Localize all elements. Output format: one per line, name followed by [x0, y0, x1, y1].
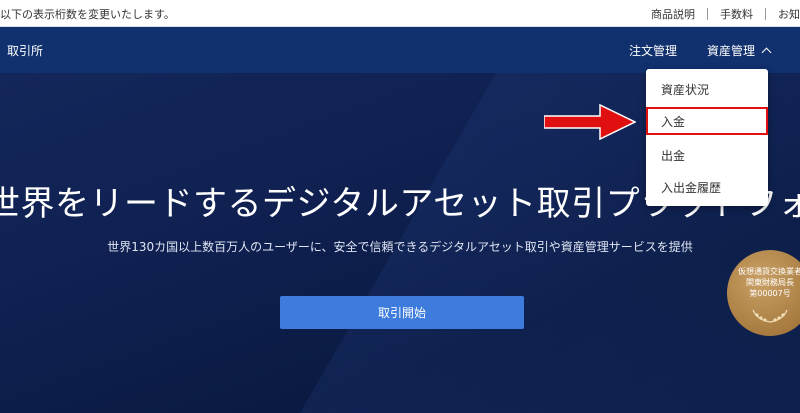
start-trading-button[interactable]: 取引開始	[280, 296, 524, 329]
badge-line: 仮想通貨交換業者	[738, 267, 800, 276]
laurel-icon	[752, 309, 788, 323]
chevron-up-icon	[761, 47, 772, 58]
product-info-link[interactable]: 商品説明	[651, 6, 695, 22]
main-navbar: 取引所 注文管理 資産管理	[0, 27, 800, 73]
nav-asset-management[interactable]: 資産管理	[707, 42, 772, 59]
dropdown-item-asset-status[interactable]: 資産状況	[646, 75, 768, 103]
license-badge: 仮想通貨交換業者 関東財務局長 第00007号	[727, 250, 800, 336]
brand-exchange-link[interactable]: 取引所	[7, 42, 43, 59]
divider	[765, 8, 766, 20]
divider	[707, 8, 708, 20]
red-arrow-icon	[544, 103, 636, 141]
nav-asset-management-label: 資産管理	[707, 44, 756, 58]
nav-order-management[interactable]: 注文管理	[629, 42, 677, 59]
dropdown-item-withdraw[interactable]: 出金	[646, 141, 768, 169]
top-bar: 以下の表示桁数を変更いたします。 商品説明 手数料 お知	[0, 0, 800, 27]
badge-line: 第00007号	[749, 289, 791, 298]
dropdown-item-deposit[interactable]: 入金	[646, 107, 768, 135]
dropdown-item-history[interactable]: 入出金履歴	[646, 173, 768, 201]
top-links: 商品説明 手数料 お知	[651, 6, 800, 22]
hero-subtitle: 世界130カ国以上数百万人のユーザーに、安全で信頼できるデジタルアセット取引や資…	[107, 240, 693, 254]
badge-line: 関東財務局長	[746, 278, 794, 287]
notice-text[interactable]: 以下の表示桁数を変更いたします。	[0, 6, 175, 22]
asset-management-dropdown: 資産状況 入金 出金 入出金履歴	[646, 69, 768, 206]
news-link[interactable]: お知	[778, 6, 800, 22]
fees-link[interactable]: 手数料	[720, 6, 753, 22]
